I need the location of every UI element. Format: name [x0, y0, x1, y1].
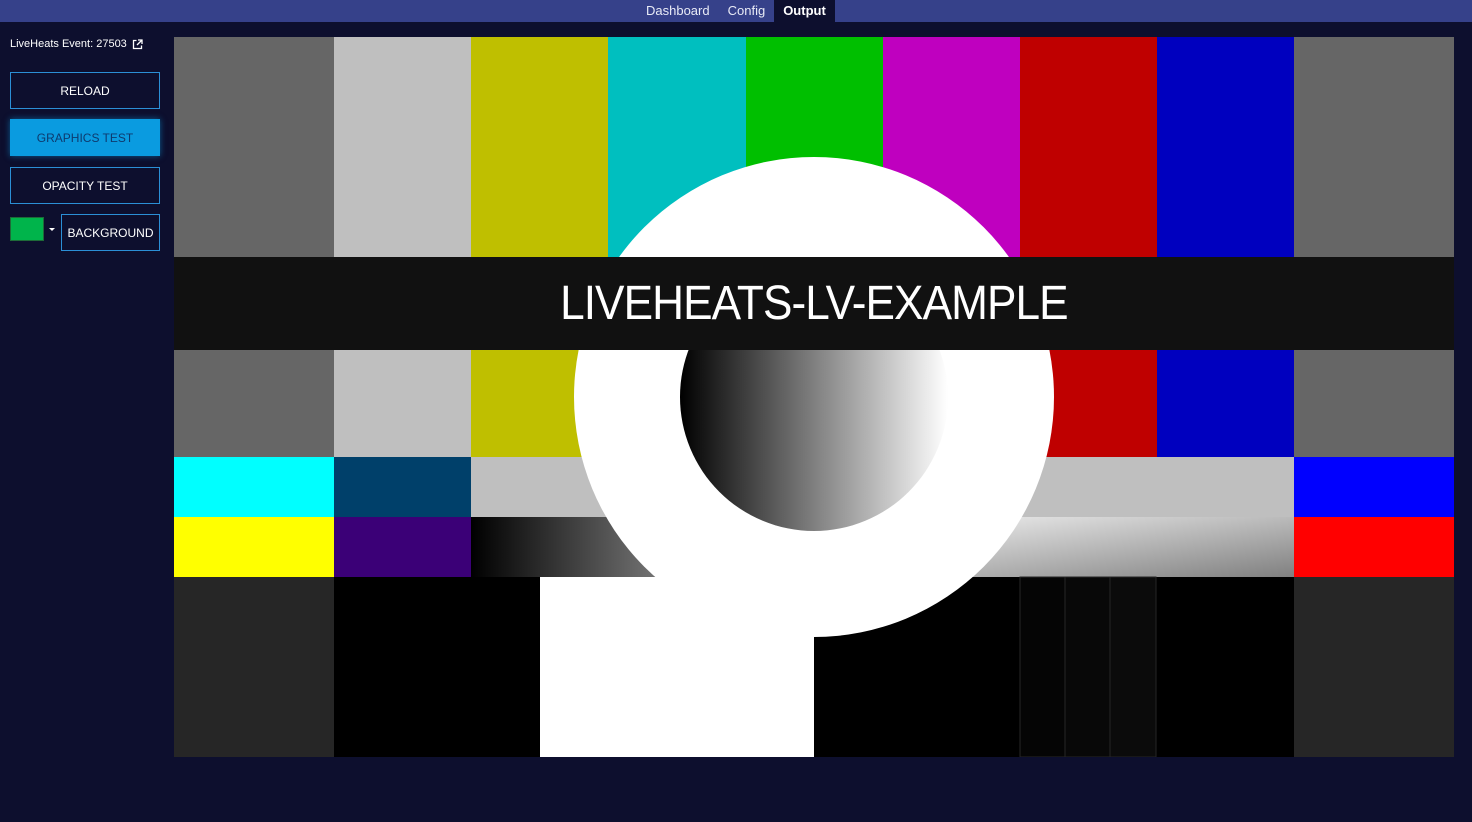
color-bar-gray-right [1294, 37, 1454, 257]
graphics-output-canvas: LIVEHEATS-LV-EXAMPLE [174, 37, 1454, 757]
color-bar-silver [334, 37, 471, 257]
output-title-band: LIVEHEATS-LV-EXAMPLE [174, 257, 1454, 350]
color-bar-yellow [471, 37, 608, 257]
graphics-test-button[interactable]: GRAPHICS TEST [10, 119, 160, 156]
patch-blue [1294, 457, 1454, 517]
pluge-step-3 [1109, 576, 1157, 757]
patch-navy [334, 457, 471, 517]
nav-tabs: Dashboard Config Output [637, 0, 835, 22]
event-label-row: LiveHeats Event: 27503 [10, 38, 143, 50]
pluge-step-2 [1064, 576, 1111, 757]
background-button[interactable]: BACKGROUND [61, 214, 160, 251]
lower-bar-gray-left [174, 350, 334, 457]
color-bar-gray-left [174, 37, 334, 257]
test-circle-stem [540, 577, 814, 757]
opacity-test-button[interactable]: OPACITY TEST [10, 167, 160, 204]
pluge-dark-right [1294, 577, 1454, 757]
lower-bar-silver [334, 350, 471, 457]
top-nav-bar: Dashboard Config Output [0, 0, 1472, 22]
tab-output[interactable]: Output [774, 0, 835, 22]
external-link-icon[interactable] [132, 38, 143, 50]
color-dropdown-caret-icon[interactable] [49, 228, 55, 231]
tab-dashboard[interactable]: Dashboard [637, 0, 719, 22]
color-bar-blue [1157, 37, 1294, 257]
patch-yellow [174, 517, 334, 577]
patch-red [1294, 517, 1454, 577]
background-color-swatch[interactable] [10, 217, 44, 241]
reload-button[interactable]: RELOAD [10, 72, 160, 109]
tab-config[interactable]: Config [719, 0, 775, 22]
pluge-step-1 [1019, 576, 1066, 757]
output-title: LIVEHEATS-LV-EXAMPLE [560, 276, 1069, 330]
lower-bar-gray-right [1294, 350, 1454, 457]
patch-cyan [174, 457, 334, 517]
event-label: LiveHeats Event: 27503 [10, 38, 127, 50]
lower-bar-blue [1157, 350, 1294, 457]
pluge-dark-left [174, 577, 334, 757]
patch-purple [334, 517, 471, 577]
color-bar-red [1020, 37, 1157, 257]
test-pattern-graphic [174, 37, 1454, 757]
